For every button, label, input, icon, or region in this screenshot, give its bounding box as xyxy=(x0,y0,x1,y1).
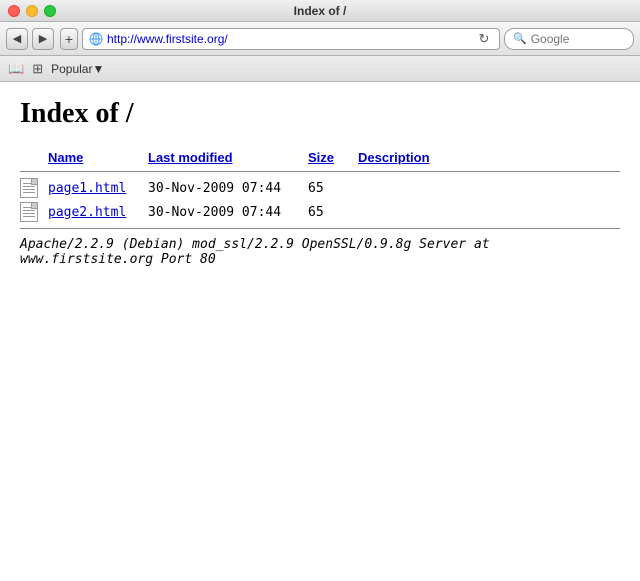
bookmarks-bar: 📖 ⊞ Popular▼ xyxy=(0,56,640,82)
back-button[interactable]: ◀ xyxy=(6,28,28,50)
dir-header: Name Last modified Size Description xyxy=(20,150,620,172)
page-title: Index of / xyxy=(20,98,620,130)
globe-icon xyxy=(89,32,103,46)
server-info: Apache/2.2.9 (Debian) mod_ssl/2.2.9 Open… xyxy=(20,237,620,267)
col-modified-header[interactable]: Last modified xyxy=(148,150,308,165)
search-input[interactable] xyxy=(531,32,611,46)
add-tab-button[interactable]: + xyxy=(60,28,78,50)
grid-icon[interactable]: ⊞ xyxy=(32,61,43,77)
directory-listing: Name Last modified Size Description page… xyxy=(20,150,620,267)
file-modified-cell: 30-Nov-2009 07:44 xyxy=(148,181,308,196)
window-controls xyxy=(8,5,56,17)
table-row: page1.html 30-Nov-2009 07:44 65 xyxy=(20,176,620,200)
title-bar: Index of / xyxy=(0,0,640,22)
file-icon xyxy=(20,178,38,198)
popular-button[interactable]: Popular▼ xyxy=(51,62,104,76)
col-size-header[interactable]: Size xyxy=(308,150,358,165)
file-name-cell: page1.html xyxy=(48,181,148,196)
file-link[interactable]: page1.html xyxy=(48,181,126,196)
file-size-cell: 65 xyxy=(308,205,358,220)
address-bar[interactable]: ↻ xyxy=(82,28,500,50)
dir-footer: Apache/2.2.9 (Debian) mod_ssl/2.2.9 Open… xyxy=(20,228,620,267)
close-button[interactable] xyxy=(8,5,20,17)
minimize-button[interactable] xyxy=(26,5,38,17)
file-icon xyxy=(20,202,38,222)
file-modified-cell: 30-Nov-2009 07:44 xyxy=(148,205,308,220)
url-input[interactable] xyxy=(107,32,471,46)
bookmark-icon[interactable]: 📖 xyxy=(8,61,24,77)
search-icon: 🔍 xyxy=(513,32,527,45)
file-icon-cell xyxy=(20,202,48,222)
window-title: Index of / xyxy=(294,4,347,18)
nav-bar: ◀ ▶ + ↻ 🔍 xyxy=(0,22,640,56)
maximize-button[interactable] xyxy=(44,5,56,17)
col-name-header[interactable]: Name xyxy=(48,150,148,165)
file-size-cell: 65 xyxy=(308,181,358,196)
refresh-button[interactable]: ↻ xyxy=(475,30,493,48)
content-area: Index of / Name Last modified Size Descr… xyxy=(0,82,640,581)
table-row: page2.html 30-Nov-2009 07:44 65 xyxy=(20,200,620,224)
col-description-header[interactable]: Description xyxy=(358,150,430,165)
file-icon-cell xyxy=(20,178,48,198)
forward-button[interactable]: ▶ xyxy=(32,28,54,50)
file-link[interactable]: page2.html xyxy=(48,205,126,220)
file-name-cell: page2.html xyxy=(48,205,148,220)
search-bar[interactable]: 🔍 xyxy=(504,28,634,50)
